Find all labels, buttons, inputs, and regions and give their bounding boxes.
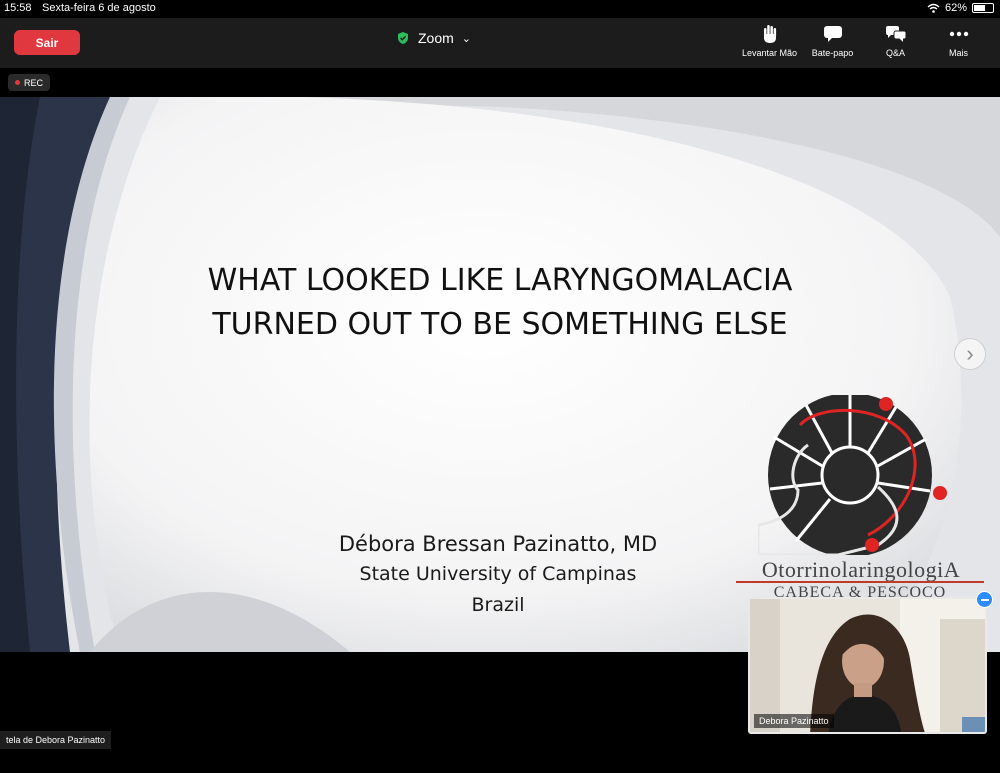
qa-button[interactable]: Q&A — [864, 24, 927, 58]
chat-button[interactable]: Bate-papo — [801, 24, 864, 58]
minus-icon — [980, 598, 989, 601]
recording-badge[interactable]: REC — [8, 74, 51, 91]
shared-screen: WHAT LOOKED LIKE LARYNGOMALACIA TURNED O… — [0, 97, 1000, 652]
author-country: Brazil — [471, 594, 525, 616]
raise-hand-button[interactable]: Levantar Mão — [738, 24, 801, 58]
zoom-toolbar: Sair Zoom ⌄ Levantar Mão Bate-papo Q&A M… — [0, 18, 1000, 68]
status-indicators: 62% — [927, 2, 994, 14]
participant-video-tile[interactable]: Debora Pazinatto — [748, 597, 987, 734]
next-slide-arrow-icon[interactable]: › — [954, 338, 986, 370]
wifi-icon — [927, 3, 940, 13]
recording-dot-icon — [15, 80, 20, 85]
chat-icon — [823, 26, 842, 42]
meeting-info-menu[interactable]: Zoom ⌄ — [396, 30, 471, 46]
slide-title: WHAT LOOKED LIKE LARYNGOMALACIA TURNED O… — [207, 263, 793, 342]
date: Sexta-feira 6 de agosto — [42, 2, 156, 14]
recording-bar: REC — [0, 68, 1000, 97]
more-button[interactable]: Mais — [927, 24, 990, 58]
otorrino-logo-icon — [758, 395, 947, 555]
battery-icon — [972, 3, 994, 13]
clock: 15:58 — [4, 2, 32, 14]
share-source-label: tela de Debora Pazinatto — [0, 731, 112, 749]
leave-button[interactable]: Sair — [14, 30, 80, 55]
battery-level — [974, 5, 986, 11]
app-title: Zoom — [418, 30, 454, 46]
author-name: Débora Bressan Pazinatto, MD — [338, 532, 658, 556]
logo-divider — [736, 581, 984, 583]
raise-hand-icon — [763, 25, 776, 43]
qa-icon — [885, 26, 906, 42]
minimize-video-button[interactable] — [976, 591, 993, 608]
participant-name-label: Debora Pazinatto — [754, 714, 834, 728]
slide-author-block: Débora Bressan Pazinatto, MD State Unive… — [298, 529, 698, 621]
author-institution: State University of Campinas — [359, 563, 637, 585]
battery-percent: 62% — [944, 2, 967, 14]
chevron-down-icon: ⌄ — [461, 32, 472, 45]
logo-text-primary: OtorrinolaringologiA — [761, 557, 961, 582]
shield-icon — [398, 32, 408, 44]
status-bar: 15:58 Sexta-feira 6 de agosto 62% — [0, 0, 1000, 18]
meeting-actions: Levantar Mão Bate-papo Q&A Mais — [738, 24, 990, 58]
more-icon — [949, 31, 968, 37]
